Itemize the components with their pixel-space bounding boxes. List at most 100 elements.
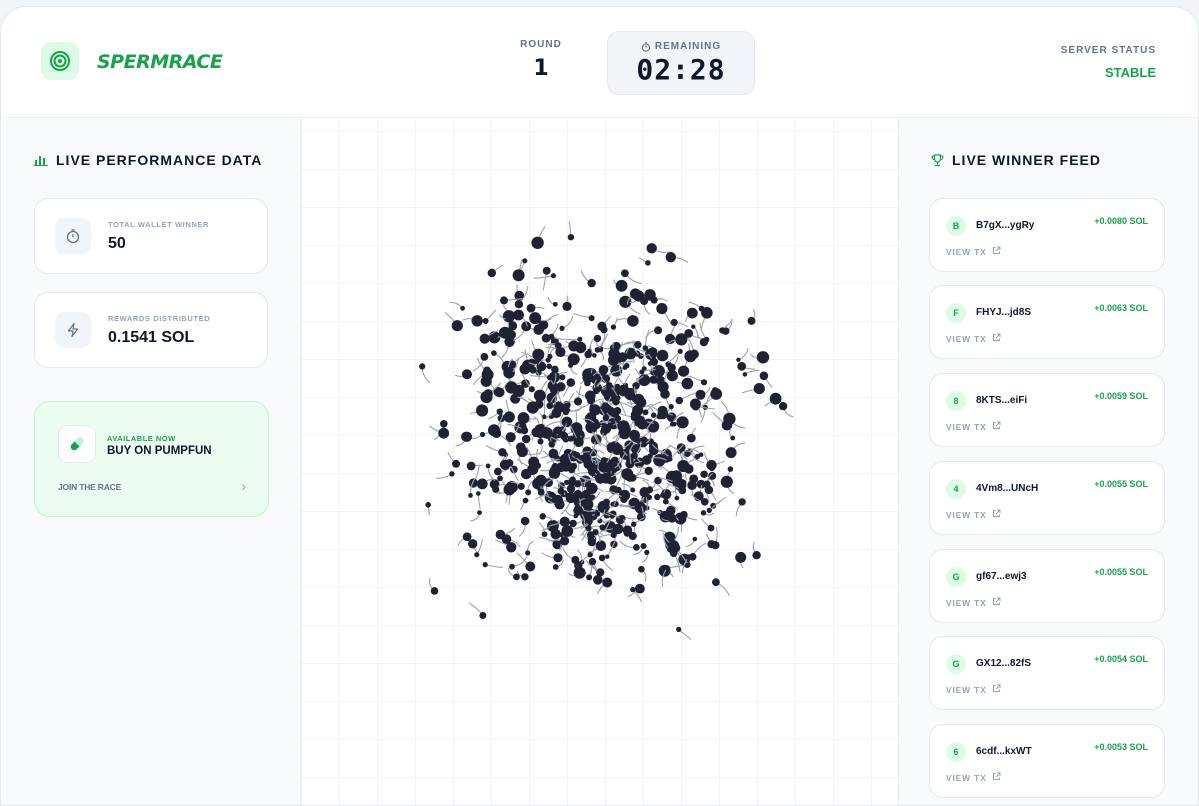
sperm-head bbox=[538, 489, 545, 496]
sperm-head bbox=[670, 422, 675, 427]
sperm-head bbox=[561, 525, 573, 537]
sperm-head bbox=[582, 372, 593, 383]
sperm-head bbox=[576, 429, 583, 436]
stopwatch-icon bbox=[55, 218, 91, 254]
sperm-head bbox=[529, 312, 541, 324]
wallet-address: B7gX...ygRy bbox=[976, 220, 1034, 231]
view-tx-link[interactable]: VIEW TX bbox=[946, 246, 1001, 257]
winner-feed-item: B B7gX...ygRy +0.0080 SOL VIEW TX bbox=[929, 198, 1165, 272]
sperm-head bbox=[547, 354, 552, 359]
sperm-head bbox=[695, 454, 700, 459]
sperm-head bbox=[452, 460, 460, 468]
sperm-head bbox=[488, 269, 496, 277]
external-link-icon bbox=[992, 421, 1001, 432]
sperm-head bbox=[658, 409, 669, 420]
sperm-head bbox=[603, 499, 610, 506]
sperm-head bbox=[618, 352, 628, 362]
winner-feed-title-row: LIVE WINNER FEED bbox=[931, 152, 1101, 168]
sperm-head bbox=[563, 409, 570, 416]
sperm-head bbox=[570, 463, 577, 470]
remaining-label-row: REMAINING bbox=[608, 41, 754, 52]
sperm-head bbox=[574, 514, 579, 519]
sperm-head bbox=[560, 536, 569, 545]
sperm-head bbox=[504, 484, 516, 496]
performance-title-row: LIVE PERFORMANCE DATA bbox=[34, 152, 262, 168]
sperm-head bbox=[546, 402, 553, 409]
sperm-head bbox=[463, 532, 472, 541]
sperm-head bbox=[638, 566, 645, 573]
sperm-head bbox=[707, 540, 715, 548]
round-value: 1 bbox=[509, 56, 573, 81]
sperm-head bbox=[687, 308, 698, 319]
sperm-head bbox=[638, 353, 644, 359]
sperm-head bbox=[512, 385, 524, 397]
winner-feed-title: LIVE WINNER FEED bbox=[952, 152, 1101, 168]
sperm-head bbox=[474, 552, 479, 557]
sperm-head bbox=[538, 439, 544, 445]
view-tx-label: VIEW TX bbox=[946, 247, 987, 257]
sperm-head bbox=[558, 430, 564, 436]
stat-label: TOTAL WALLET WINNER bbox=[108, 220, 209, 229]
sperm-head bbox=[629, 430, 640, 441]
sperm-head bbox=[668, 514, 677, 523]
sperm-head bbox=[513, 574, 520, 581]
sperm-head bbox=[558, 488, 565, 495]
sperm-head bbox=[518, 412, 530, 424]
view-tx-link[interactable]: VIEW TX bbox=[946, 684, 1001, 695]
sperm-head bbox=[619, 429, 627, 437]
sperm-head bbox=[506, 316, 512, 322]
sperm-head bbox=[669, 404, 674, 409]
server-status-value: STABLE bbox=[1061, 65, 1156, 80]
sperm-head bbox=[527, 304, 536, 313]
sperm-head bbox=[595, 473, 605, 483]
sperm-head bbox=[568, 436, 574, 442]
view-tx-link[interactable]: VIEW TX bbox=[946, 509, 1001, 520]
sperm-head bbox=[632, 382, 639, 389]
sperm-head bbox=[693, 537, 698, 542]
sperm-head bbox=[598, 462, 608, 472]
sperm-head bbox=[586, 574, 592, 580]
sperm-head bbox=[529, 366, 536, 373]
sperm-head bbox=[425, 502, 431, 508]
sperm-head bbox=[637, 419, 648, 430]
sperm-head bbox=[472, 315, 483, 326]
sperm-head bbox=[522, 435, 531, 444]
sperm-head bbox=[577, 337, 582, 342]
remaining-value: 02:28 bbox=[608, 53, 754, 86]
join-race-link[interactable]: JOIN THE RACE bbox=[58, 482, 121, 492]
sperm-head bbox=[603, 415, 610, 422]
sperm-head bbox=[687, 434, 696, 443]
view-tx-link[interactable]: VIEW TX bbox=[946, 421, 1001, 432]
sperm-head bbox=[642, 442, 647, 447]
sperm-head bbox=[748, 317, 756, 325]
sperm-head bbox=[606, 382, 613, 389]
sperm-head bbox=[560, 374, 566, 380]
buy-pumpfun-card[interactable]: AVAILABLE NOW BUY ON PUMPFUN JOIN THE RA… bbox=[34, 401, 269, 517]
sperm-head bbox=[549, 334, 555, 340]
sperm-head bbox=[620, 496, 627, 503]
sperm-tail bbox=[485, 565, 503, 568]
sperm-head bbox=[597, 322, 606, 331]
sperm-head bbox=[492, 486, 499, 493]
sperm-head bbox=[666, 506, 675, 515]
sperm-head bbox=[696, 390, 706, 400]
view-tx-link[interactable]: VIEW TX bbox=[946, 333, 1001, 344]
reward-amount: +0.0055 SOL bbox=[1094, 479, 1148, 489]
sperm-head bbox=[513, 269, 525, 281]
sperm-head bbox=[656, 303, 667, 314]
performance-panel: LIVE PERFORMANCE DATA TOTAL WALLET WINNE… bbox=[1, 119, 301, 806]
view-tx-link[interactable]: VIEW TX bbox=[946, 597, 1001, 608]
sperm-head bbox=[480, 334, 490, 344]
lightning-icon bbox=[55, 312, 91, 348]
winner-feed-item: G GX12...82fS +0.0054 SOL VIEW TX bbox=[929, 636, 1165, 710]
target-logo-icon bbox=[41, 42, 79, 80]
wallet-badge: G bbox=[946, 654, 966, 674]
sperm-head bbox=[653, 365, 665, 377]
winner-feed-item: 8 8KTS...eiFi +0.0059 SOL VIEW TX bbox=[929, 373, 1165, 447]
view-tx-link[interactable]: VIEW TX bbox=[946, 772, 1001, 783]
sperm-head bbox=[574, 452, 580, 458]
sperm-head bbox=[589, 315, 595, 321]
sperm-head bbox=[726, 447, 737, 458]
performance-title: LIVE PERFORMANCE DATA bbox=[56, 152, 262, 168]
sperm-head bbox=[592, 529, 598, 535]
